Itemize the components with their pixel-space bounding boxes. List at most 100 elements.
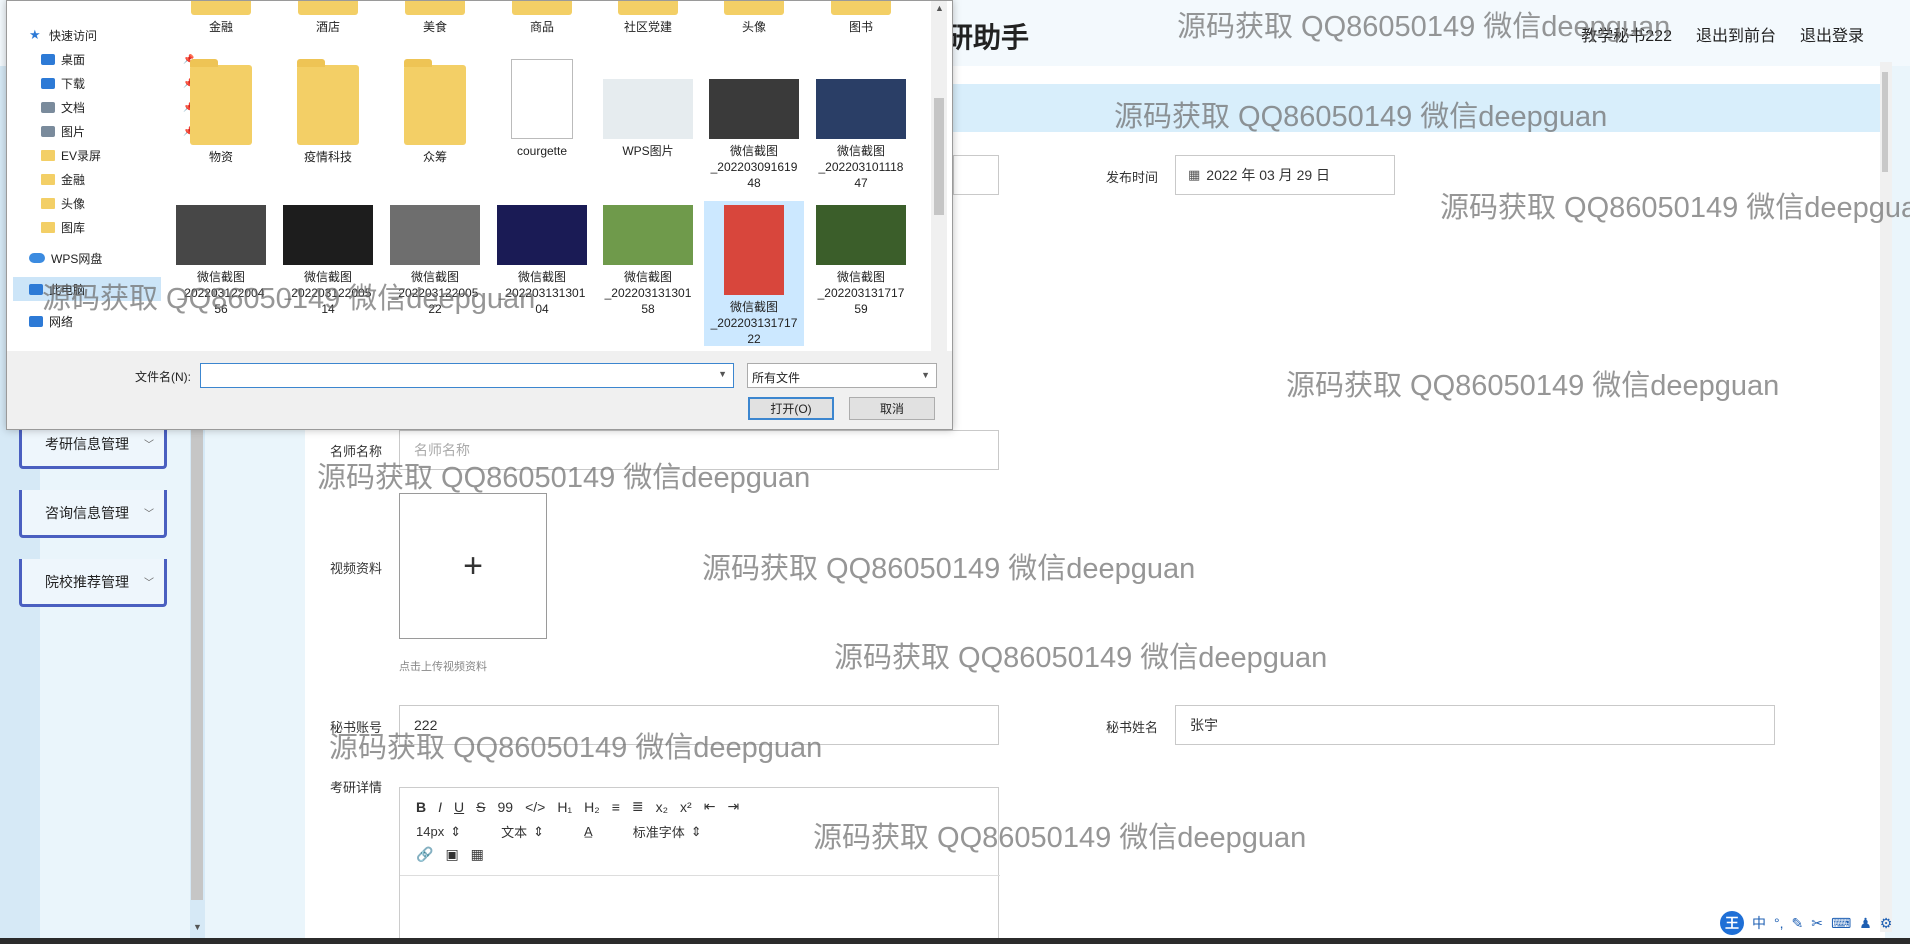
folder-item[interactable]: 图书 — [811, 1, 911, 35]
teacher-label: 名师名称 — [330, 444, 383, 459]
user-link[interactable]: 教学秘书222 — [1581, 22, 1672, 46]
h1-button[interactable]: H₁ — [557, 799, 572, 815]
bold-button[interactable]: B — [416, 799, 426, 815]
ime-toolbar[interactable]: 王 中 °, ✎ ✂ ⌨ ♟ ⚙ — [1720, 908, 1892, 938]
scrollbar-thumb[interactable] — [1882, 72, 1888, 172]
folder-item[interactable]: 物资 — [171, 53, 271, 198]
folder-icon — [41, 149, 55, 161]
nav-item[interactable]: 头像 — [41, 191, 85, 215]
nav-item[interactable]: 图片 📌 — [41, 119, 194, 143]
text-style-select[interactable]: 文本 ⇕ — [501, 822, 544, 841]
scroll-up-arrow-icon[interactable]: ▲ — [935, 3, 944, 13]
underline-button[interactable]: U — [454, 799, 464, 815]
nav-item[interactable]: ★ 快速访问 — [29, 23, 97, 47]
outdent-button[interactable]: ⇤ — [704, 798, 716, 815]
secretary-account-input[interactable]: 222 — [399, 705, 999, 745]
menu-school-recommend[interactable]: 院校推荐管理 ﹀ — [19, 559, 167, 607]
folder-item[interactable]: 头像 — [704, 1, 804, 35]
open-button[interactable]: 打开(O) — [748, 397, 834, 420]
file-item[interactable]: WPS图片 — [598, 53, 698, 198]
nav-item[interactable]: 金融 — [41, 167, 85, 191]
file-item[interactable]: 微信截图 _202203122004 56 — [171, 201, 271, 346]
folder-icon — [297, 59, 359, 145]
folder-item[interactable]: 疫情科技 — [278, 53, 378, 198]
folder-item[interactable]: 社区党建 — [598, 1, 698, 35]
file-item[interactable]: 微信截图 _202203122005 14 — [278, 201, 378, 346]
folder-item[interactable]: 商品 — [492, 1, 592, 35]
font-color-icon: A̲ — [584, 824, 593, 839]
folder-item[interactable]: 金融 — [171, 1, 271, 35]
superscript-button[interactable]: x² — [680, 799, 692, 815]
file-item[interactable]: 微信截图 _202203091619 48 — [704, 53, 804, 198]
ime-pen-icon[interactable]: ✎ — [1792, 915, 1804, 932]
font-color-button[interactable]: A̲ — [584, 824, 593, 839]
quote-button[interactable]: 99 — [497, 799, 513, 815]
image-icon[interactable]: ▣ — [445, 846, 458, 863]
ordered-list-button[interactable]: ≡ — [612, 799, 620, 815]
nav-item[interactable]: WPS网盘 — [29, 246, 102, 270]
ime-skin-icon[interactable]: ♟ — [1859, 915, 1872, 932]
ime-punct-icon[interactable]: °, — [1774, 915, 1784, 931]
publish-time-picker[interactable]: ▦ 2022 年 03 月 29 日 — [1175, 155, 1395, 195]
file-name: 微信截图 _202203131717 59 — [817, 270, 905, 316]
strike-button[interactable]: S — [476, 799, 485, 815]
file-item[interactable]: 微信截图 _202203131301 04 — [492, 201, 592, 346]
cancel-button[interactable]: 取消 — [849, 397, 935, 420]
ime-scissors-icon[interactable]: ✂ — [1811, 915, 1823, 932]
video-icon[interactable]: ▦ — [471, 846, 484, 863]
nav-item-label: 图库 — [61, 220, 86, 235]
italic-button[interactable]: I — [438, 799, 442, 815]
video-upload-button[interactable]: + — [399, 493, 547, 639]
ime-settings-icon[interactable]: ⚙ — [1880, 915, 1893, 932]
rich-text-editor[interactable]: B I U S 99 </> H₁ H₂ ≡ ≣ x₂ x² ⇤ ⇥ 14px ⇕… — [399, 787, 1000, 944]
chevron-down-icon: ﹀ — [144, 578, 154, 589]
page-scrollbar[interactable] — [1880, 62, 1892, 932]
title-input[interactable] — [953, 155, 999, 195]
cloud-icon — [29, 253, 45, 263]
nav-item[interactable]: 文档 📌 — [41, 95, 194, 119]
link-icon[interactable]: 🔗 — [416, 846, 433, 863]
nav-item[interactable]: 桌面 📌 — [41, 47, 194, 71]
back-to-front-link[interactable]: 退出到前台 — [1696, 22, 1776, 46]
code-button[interactable]: </> — [525, 799, 545, 815]
nav-item[interactable]: 图库 — [41, 215, 85, 239]
nav-item[interactable]: 下载 📌 — [41, 71, 194, 95]
menu-consult-info[interactable]: 咨询信息管理 ﹀ — [19, 490, 167, 538]
file-item[interactable]: courgette — [492, 53, 592, 198]
file-item[interactable]: 微信截图 _202203122005 22 — [385, 201, 485, 346]
file-item[interactable]: 微信截图 _202203131717 22 — [704, 201, 804, 346]
secretary-name-input[interactable]: 张宇 — [1175, 705, 1775, 745]
file-item[interactable]: 微信截图 _202203131717 59 — [811, 201, 911, 346]
scrollbar-thumb[interactable] — [934, 98, 944, 215]
filetype-select[interactable]: 所有文件 ▼ — [747, 363, 937, 388]
file-item[interactable]: 微信截图 _202203101118 47 — [811, 53, 911, 198]
star-icon: ★ — [29, 27, 41, 42]
indent-button[interactable]: ⇥ — [727, 798, 739, 815]
file-grid: 金融 酒店 美食 商品 社区党建 头像 图书 物资 疫情科技 众筹 courgette WPS图片 微信… — [169, 1, 939, 351]
file-item[interactable]: 微信截图 _202203131301 58 — [598, 201, 698, 346]
nav-item[interactable]: 网络 — [29, 309, 73, 333]
chevron-down-icon[interactable]: ▼ — [718, 369, 727, 379]
nav-item[interactable]: 此电脑 — [13, 277, 161, 301]
nav-item[interactable]: EV录屏 — [41, 143, 101, 167]
ime-keyboard-icon[interactable]: ⌨ — [1831, 915, 1851, 932]
folder-item[interactable]: 美食 — [385, 1, 485, 35]
h2-button[interactable]: H₂ — [584, 799, 600, 815]
file-name: 微信截图 _202203101118 47 — [818, 144, 904, 190]
sidebar-scrollbar[interactable] — [191, 360, 203, 900]
font-family-select[interactable]: 标准字体 ⇕ — [633, 822, 702, 841]
scroll-down-arrow-icon[interactable]: ▼ — [193, 922, 202, 932]
secretary-name-label: 秘书姓名 — [1106, 720, 1159, 735]
folder-item[interactable]: 酒店 — [278, 1, 378, 35]
bullet-list-button[interactable]: ≣ — [632, 798, 644, 815]
filename-input[interactable]: ▼ — [200, 363, 734, 388]
subscript-button[interactable]: x₂ — [656, 799, 668, 815]
nav-item-label: 桌面 — [61, 52, 86, 67]
file-grid-scrollbar[interactable]: ▲ — [931, 1, 947, 351]
ime-chinese-mode-icon[interactable]: 中 — [1752, 913, 1766, 933]
teacher-input[interactable]: 名师名称 — [399, 430, 999, 470]
folder-icon — [191, 1, 251, 15]
font-size-select[interactable]: 14px ⇕ — [416, 824, 461, 840]
folder-item[interactable]: 众筹 — [385, 53, 485, 198]
logout-link[interactable]: 退出登录 — [1800, 22, 1864, 46]
